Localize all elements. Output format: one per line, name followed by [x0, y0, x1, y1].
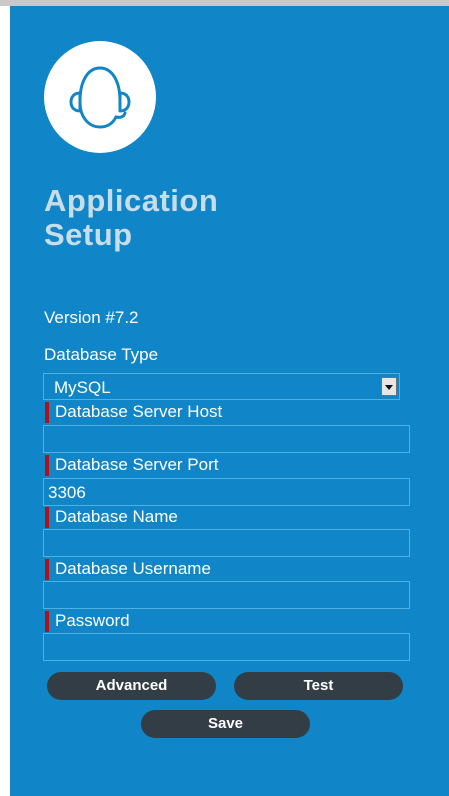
server-host-label: Database Server Host [44, 402, 222, 423]
title-line-2: Setup [44, 217, 133, 252]
setup-panel: Application Setup Version #7.2 Database … [10, 6, 449, 796]
database-name-label: Database Name [44, 507, 178, 528]
logo [44, 41, 156, 153]
advanced-button[interactable]: Advanced [47, 672, 216, 700]
dropdown-arrow-icon[interactable] [381, 377, 397, 396]
server-port-input[interactable] [43, 478, 410, 506]
server-host-input[interactable] [43, 425, 410, 453]
server-port-label: Database Server Port [44, 455, 218, 476]
database-name-input[interactable] [43, 529, 410, 557]
version-label: Version #7.2 [44, 308, 139, 327]
title-line-1: Application [44, 183, 219, 218]
password-input[interactable] [43, 633, 410, 661]
page-title: Application Setup [44, 184, 218, 252]
headset-icon [69, 66, 131, 129]
database-type-label: Database Type [44, 345, 159, 364]
database-username-input[interactable] [43, 581, 410, 609]
database-type-select[interactable]: MySQL [43, 373, 400, 400]
password-label: Password [44, 611, 130, 632]
test-button[interactable]: Test [234, 672, 403, 700]
left-frame [0, 6, 10, 796]
database-type-value: MySQL [54, 378, 111, 397]
save-button[interactable]: Save [141, 710, 310, 738]
database-username-label: Database Username [44, 559, 211, 580]
